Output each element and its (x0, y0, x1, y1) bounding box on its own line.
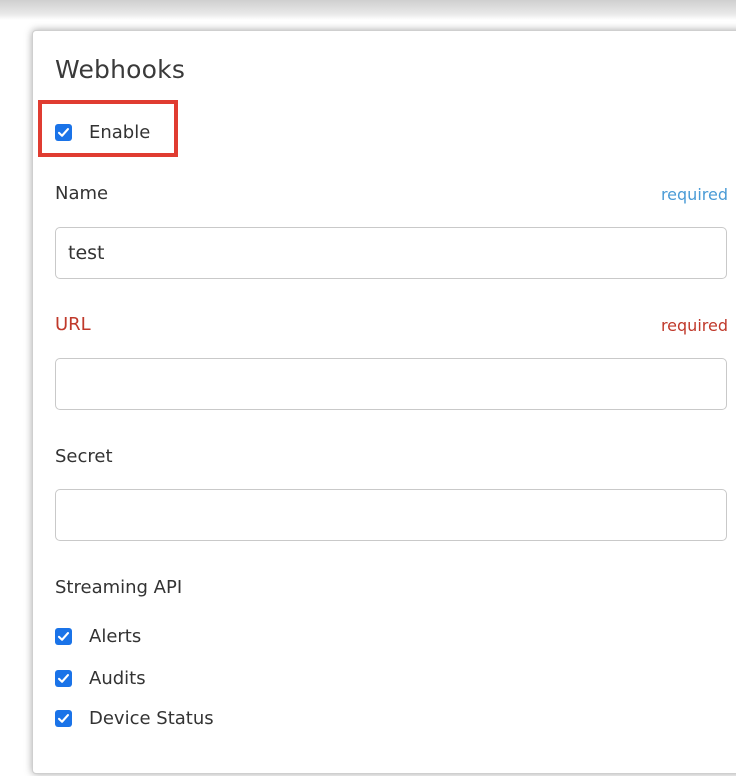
page-title: Webhooks (55, 55, 186, 84)
audits-checkbox[interactable] (55, 670, 72, 687)
alerts-checkbox[interactable] (55, 628, 72, 645)
audits-row[interactable]: Audits (55, 668, 146, 689)
enable-checkbox[interactable] (55, 124, 72, 141)
device-status-checkbox[interactable] (55, 710, 72, 727)
device-status-label: Device Status (89, 708, 214, 729)
secret-input[interactable] (55, 489, 727, 541)
url-required-text: required (660, 316, 728, 335)
checkmark-icon (57, 714, 70, 723)
name-label: Name (55, 183, 109, 204)
checkmark-icon (57, 632, 70, 641)
checkmark-icon (57, 128, 70, 137)
secret-label: Secret (55, 446, 113, 467)
enable-row[interactable]: Enable (55, 122, 150, 143)
name-required-text: required (660, 185, 728, 204)
name-input[interactable] (55, 227, 727, 279)
alerts-row[interactable]: Alerts (55, 626, 141, 647)
enable-label: Enable (89, 122, 151, 143)
url-input[interactable] (55, 358, 727, 410)
device-status-row[interactable]: Device Status (55, 708, 214, 729)
audits-label: Audits (89, 668, 146, 689)
url-label: URL (55, 314, 91, 335)
alerts-label: Alerts (89, 626, 142, 647)
checkmark-icon (57, 674, 70, 683)
streaming-api-label: Streaming API (55, 577, 183, 598)
